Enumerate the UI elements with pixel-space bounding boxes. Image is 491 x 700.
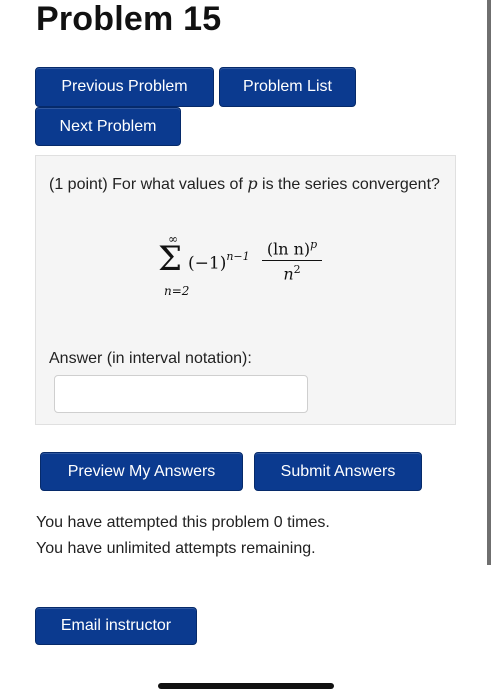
answer-label: Answer (in interval notation): <box>49 350 252 367</box>
question-text-start: For what values of <box>112 176 243 193</box>
fraction-numerator: (ln n)p <box>262 238 322 262</box>
sigma-symbol: Σ <box>158 239 183 279</box>
question-text-end: is the series convergent? <box>262 176 440 193</box>
answer-input[interactable] <box>54 375 308 413</box>
page-title: Problem 15 <box>36 0 222 38</box>
submit-answers-button[interactable]: Submit Answers <box>254 452 422 491</box>
series-formula: ∞ Σ n=2 (−1)n−1 (ln n)p n2 <box>158 232 358 312</box>
home-indicator[interactable] <box>158 683 334 689</box>
series-fraction: (ln n)p n2 <box>262 238 322 284</box>
email-instructor-button[interactable]: Email instructor <box>35 607 197 645</box>
fraction-denominator: n2 <box>283 263 301 284</box>
sum-lower-limit: n=2 <box>164 284 190 298</box>
attempts-remaining: You have unlimited attempts remaining. <box>36 540 316 557</box>
alternating-factor: (−1)n−1 <box>188 250 250 274</box>
attempts-status: You have attempted this problem 0 times. <box>36 514 330 531</box>
previous-problem-button[interactable]: Previous Problem <box>35 67 214 107</box>
problem-list-button[interactable]: Problem List <box>219 67 356 107</box>
scrollbar[interactable] <box>487 0 491 565</box>
next-problem-button[interactable]: Next Problem <box>35 107 181 146</box>
question-variable: p <box>247 174 258 193</box>
preview-answers-button[interactable]: Preview My Answers <box>40 452 243 491</box>
problem-points: (1 point) <box>49 176 108 193</box>
problem-panel: (1 point) For what values of p is the se… <box>35 155 456 425</box>
problem-question: (1 point) For what values of p is the se… <box>49 171 444 197</box>
